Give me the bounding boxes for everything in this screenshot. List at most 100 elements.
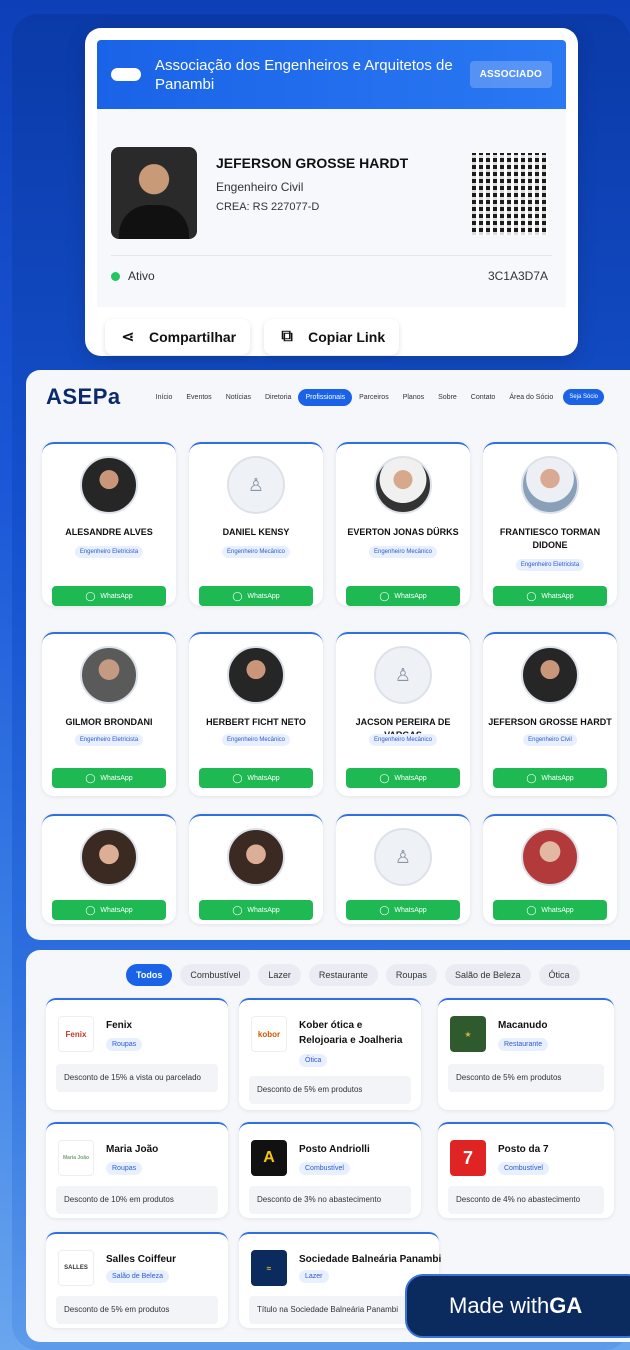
category-badge: Combustível <box>498 1162 549 1175</box>
member-crea: CREA: RS 227077-D <box>216 201 320 213</box>
filter-todos[interactable]: Todos <box>126 964 173 986</box>
whatsapp-button[interactable]: ◯ WhatsApp <box>493 768 607 788</box>
whatsapp-button[interactable]: ◯ WhatsApp <box>346 900 460 920</box>
partner-logo: 7 <box>450 1140 486 1176</box>
copy-link-button[interactable]: ⧉ Copiar Link <box>264 319 400 355</box>
whatsapp-button[interactable]: ◯ WhatsApp <box>346 586 460 606</box>
member-code: 3C1A3D7A <box>487 269 548 283</box>
avatar <box>521 646 579 704</box>
status-text: Ativo <box>128 269 155 283</box>
professional-card: ♙ DANIEL KENSY Engenheiro Mecânico ◯ What… <box>189 442 323 606</box>
professional-card: ALESANDRE ALVES Engenheiro Eletricista ◯… <box>42 442 176 606</box>
nav-item-contato[interactable]: Contato <box>464 394 503 401</box>
avatar <box>521 828 579 886</box>
whatsapp-button[interactable]: ◯ WhatsApp <box>52 900 166 920</box>
become-member-button[interactable]: Seja Sócio <box>563 389 604 405</box>
whatsapp-button[interactable]: ◯ WhatsApp <box>199 586 313 606</box>
nav-item-sobre[interactable]: Sobre <box>431 394 464 401</box>
top-navigation: ASEPa Início Eventos Notícias Diretoria … <box>26 370 630 424</box>
filter-otica[interactable]: Ótica <box>538 964 580 986</box>
made-with-badge[interactable]: Made with GA <box>405 1274 630 1338</box>
member-name: JEFERSON GROSSE HARDT <box>216 155 409 171</box>
nav-item-diretoria[interactable]: Diretoria <box>258 394 298 401</box>
partner-name: Posto da 7 <box>498 1144 549 1155</box>
partner-card[interactable]: Maria João Maria João Roupas Desconto de… <box>46 1122 228 1218</box>
macanudo-logo: ★ <box>450 1016 486 1052</box>
made-with-prefix: Made with <box>449 1293 550 1318</box>
professional-card: ◯ WhatsApp <box>483 814 617 924</box>
site-logo[interactable]: ASEPa <box>46 384 121 410</box>
filter-lazer[interactable]: Lazer <box>258 964 301 986</box>
category-badge: Lazer <box>299 1270 329 1283</box>
specialty-badge: Engenheiro Mecânico <box>368 734 438 746</box>
id-card-body: JEFERSON GROSSE HARDT Engenheiro Civil C… <box>97 109 566 307</box>
nav-item-area-socio[interactable]: Área do Sócio <box>502 394 560 401</box>
specialty-badge: Engenheiro Eletricista <box>74 546 144 558</box>
partner-name: Macanudo <box>498 1020 548 1031</box>
partner-name: Fenix <box>106 1020 133 1031</box>
nav-item-eventos[interactable]: Eventos <box>179 394 218 401</box>
association-name: Associação dos Engenheiros e Arquitetos … <box>155 56 453 93</box>
partner-card[interactable]: 7 Posto da 7 Combustível Desconto de 4% … <box>438 1122 614 1218</box>
professional-card: ◯ WhatsApp <box>189 814 323 924</box>
nav-item-profissionais[interactable]: Profissionais <box>298 388 353 406</box>
professional-name: DANIEL KENSY <box>222 527 290 537</box>
filter-combustivel[interactable]: Combustível <box>180 964 251 986</box>
specialty-badge: Engenheiro Mecânico <box>221 734 291 746</box>
nav-item-planos[interactable]: Planos <box>396 394 431 401</box>
whatsapp-icon: ◯ <box>85 904 96 915</box>
professional-name: HERBERT FICHT NETO <box>206 717 306 727</box>
professional-card: ◯ WhatsApp <box>42 814 176 924</box>
whatsapp-icon: ◯ <box>526 590 537 601</box>
partner-card[interactable]: kobor Kober ótica e Relojoaria e Joalher… <box>239 998 421 1110</box>
filter-roupas[interactable]: Roupas <box>385 964 437 986</box>
category-badge: Combustível <box>299 1162 350 1175</box>
category-badge: Roupas <box>106 1038 143 1051</box>
whatsapp-button[interactable]: ◯ WhatsApp <box>493 900 607 920</box>
share-label: Compartilhar <box>149 329 237 345</box>
partner-card[interactable]: ★ Macanudo Restaurante Desconto de 5% em… <box>438 998 614 1110</box>
member-photo <box>111 147 197 239</box>
partner-card[interactable]: A Posto Andriolli Combustível Desconto d… <box>239 1122 421 1218</box>
member-badge: ASSOCIADO <box>469 61 552 88</box>
professional-card: GILMOR BRONDANI Engenheiro Eletricista ◯… <box>42 632 176 796</box>
whatsapp-button[interactable]: ◯ WhatsApp <box>199 768 313 788</box>
nav-item-noticias[interactable]: Notícias <box>219 394 258 401</box>
avatar-placeholder-icon: ♙ <box>374 646 432 704</box>
balnearia-logo: ≈ <box>251 1250 287 1286</box>
whatsapp-button[interactable]: ◯ WhatsApp <box>52 768 166 788</box>
professional-name: GILMOR BRONDANI <box>65 717 153 727</box>
whatsapp-button[interactable]: ◯ WhatsApp <box>346 768 460 788</box>
partner-discount: Desconto de 5% em produtos <box>448 1064 604 1092</box>
professional-name: EVERTON JONAS DÜRKS <box>347 527 459 537</box>
avatar <box>80 456 138 514</box>
copy-icon: ⧉ <box>281 328 293 345</box>
partner-logo: A <box>251 1140 287 1176</box>
status-dot-icon <box>111 271 120 281</box>
share-icon: ⋖ <box>121 329 135 346</box>
whatsapp-button[interactable]: ◯ WhatsApp <box>52 586 166 606</box>
partner-discount: Desconto de 3% no abastecimento <box>249 1186 411 1214</box>
partner-discount: Desconto de 5% em produtos <box>56 1296 218 1324</box>
professional-card: JEFERSON GROSSE HARDT Engenheiro Civil ◯… <box>483 632 617 796</box>
avatar <box>521 456 579 514</box>
filter-salao-beleza[interactable]: Salão de Beleza <box>444 964 531 986</box>
nav-item-parceiros[interactable]: Parceiros <box>352 394 396 401</box>
share-button[interactable]: ⋖ Compartilhar <box>105 319 251 355</box>
qr-code <box>472 153 548 235</box>
partner-card[interactable]: SALLES Salles Coiffeur Salão de Beleza D… <box>46 1232 228 1328</box>
avatar <box>80 646 138 704</box>
partner-name: Posto Andriolli <box>299 1144 370 1155</box>
avatar <box>80 828 138 886</box>
partner-logo: Maria João <box>58 1140 94 1176</box>
whatsapp-icon: ◯ <box>379 590 390 601</box>
filter-restaurante[interactable]: Restaurante <box>308 964 378 986</box>
whatsapp-button[interactable]: ◯ WhatsApp <box>199 900 313 920</box>
specialty-badge: Engenheiro Civil <box>523 734 577 746</box>
whatsapp-button[interactable]: ◯ WhatsApp <box>493 586 607 606</box>
partner-name: Sociedade Balneária Panambi <box>299 1254 442 1265</box>
partner-card[interactable]: Fenix Fenix Roupas Desconto de 15% a vis… <box>46 998 228 1110</box>
whatsapp-icon: ◯ <box>232 772 243 783</box>
nav-item-inicio[interactable]: Início <box>149 394 180 401</box>
professional-card: HERBERT FICHT NETO Engenheiro Mecânico ◯… <box>189 632 323 796</box>
